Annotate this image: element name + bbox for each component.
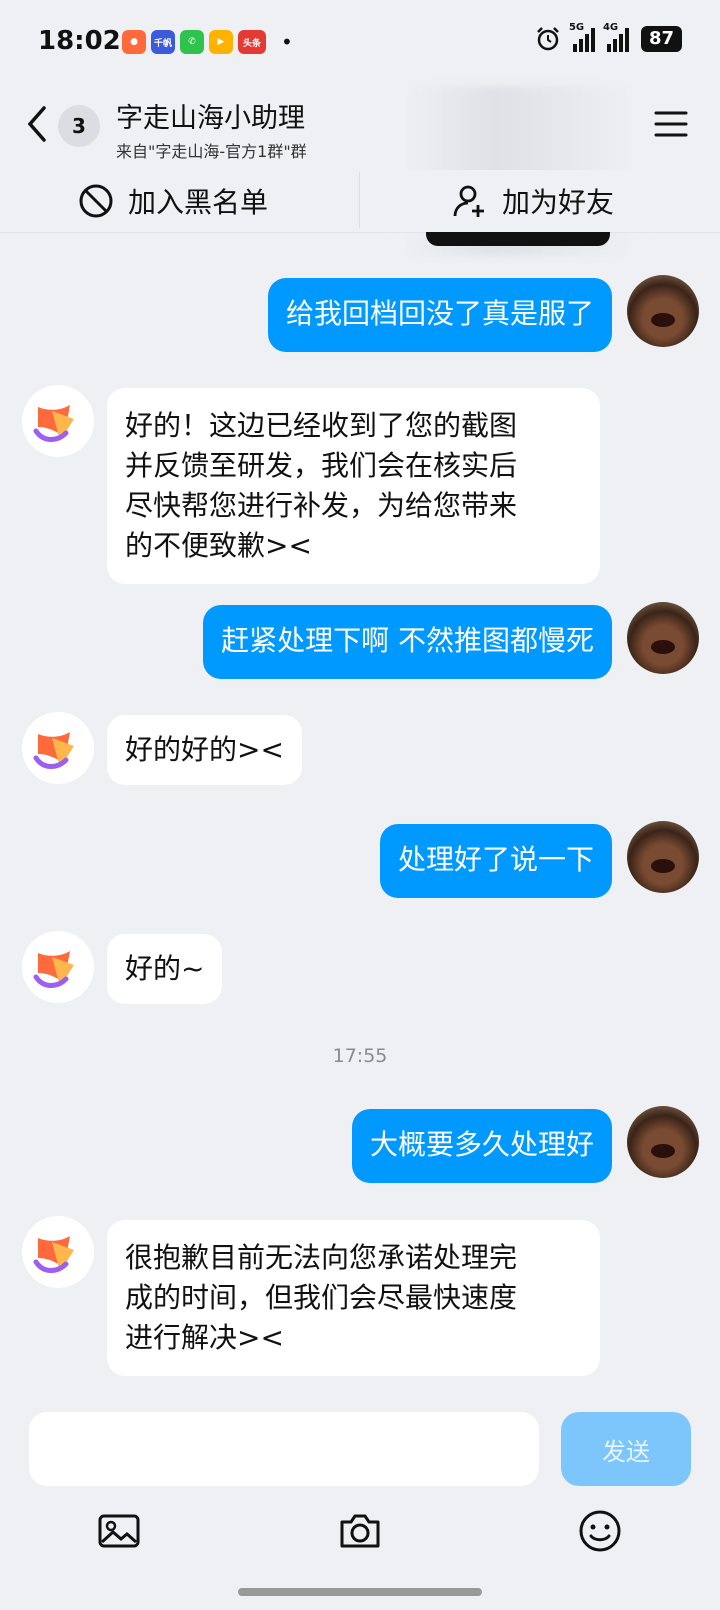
back-arrow-icon[interactable]: [22, 104, 52, 144]
block-icon: [79, 184, 113, 218]
message-line: 好的好的><: [125, 733, 284, 766]
my-message-bubble[interactable]: 给我回档回没了真是服了: [267, 278, 612, 352]
my-avatar[interactable]: [627, 1106, 699, 1178]
system-icons: 5G 4G 87: [535, 22, 682, 52]
bot-avatar[interactable]: [22, 712, 94, 784]
add-friend-button[interactable]: 加为好友: [452, 170, 614, 232]
message-line: 好的~: [125, 952, 205, 985]
message-line: 并反馈至研发，我们会在核实后: [125, 449, 518, 482]
message-line: 好的！这边已经收到了您的截图: [125, 409, 518, 442]
my-avatar[interactable]: [627, 821, 699, 893]
home-indicator[interactable]: [238, 1588, 482, 1596]
message-line: 进行解决><: [125, 1321, 284, 1354]
chat-subtitle: 来自"字走山海-官方1群"群: [116, 142, 307, 161]
chat-header: 3 字走山海小助理 来自"字走山海-官方1群"群: [0, 86, 720, 256]
image-picker-icon[interactable]: [96, 1508, 142, 1554]
chat-title: 字走山海小助理: [116, 103, 305, 134]
my-message-bubble[interactable]: 大概要多久处理好: [351, 1109, 612, 1183]
input-bar: 发送: [0, 1398, 720, 1610]
camera-icon[interactable]: [337, 1508, 383, 1554]
status-time: 18:02: [38, 26, 121, 56]
qianfan-app-icon: 千帆: [151, 30, 175, 54]
emoji-icon[interactable]: [577, 1508, 623, 1554]
menu-icon[interactable]: [654, 108, 688, 140]
alarm-icon: [537, 27, 559, 51]
notification-icons: ● 千帆 ✆ ▶ 头条 •: [122, 30, 293, 54]
bot-message-bubble[interactable]: 好的！这边已经收到了您的截图 并反馈至研发，我们会在核实后 尽快帮您进行补发，为…: [107, 388, 600, 584]
add-user-icon: [453, 185, 484, 217]
message-line: 的不便致歉><: [125, 529, 312, 562]
signal-4g-icon: 4G: [603, 22, 629, 52]
cropped-image-message[interactable]: [426, 232, 610, 246]
signal-5g-icon: 5G: [569, 22, 595, 52]
my-message-bubble[interactable]: 处理好了说一下: [379, 824, 612, 898]
send-button[interactable]: 发送: [561, 1412, 691, 1486]
my-message-bubble[interactable]: 赶紧处理下啊 不然推图都慢死: [203, 605, 612, 679]
message-timestamp: 17:55: [332, 1045, 388, 1067]
battery-indicator: 87: [640, 26, 682, 52]
message-input[interactable]: [29, 1412, 539, 1486]
message-line: 尽快帮您进行补发，为给您带来: [125, 489, 518, 522]
bot-message-bubble[interactable]: 很抱歉目前无法向您承诺处理完 成的时间，但我们会尽最快速度 进行解决><: [107, 1220, 600, 1376]
bot-avatar[interactable]: [22, 931, 94, 1003]
add-friend-label: 加为好友: [502, 186, 615, 219]
add-to-blacklist-button[interactable]: 加入黑名单: [78, 170, 268, 232]
video-app-icon: ▶: [209, 30, 233, 54]
my-avatar[interactable]: [627, 275, 699, 347]
toutiao-app-icon: 头条: [238, 30, 266, 54]
message-line: 很抱歉目前无法向您承诺处理完: [125, 1241, 518, 1274]
blacklist-label: 加入黑名单: [128, 186, 269, 219]
bot-avatar[interactable]: [22, 1216, 94, 1288]
my-avatar[interactable]: [627, 602, 699, 674]
bot-message-bubble[interactable]: 好的~: [107, 934, 223, 1004]
action-divider: [359, 172, 360, 228]
unread-count-badge[interactable]: 3: [58, 105, 100, 147]
phone-app-icon: ✆: [180, 30, 204, 54]
status-bar: 18:02 ● 千帆 ✆ ▶ 头条 • 5G 4G 87: [0, 0, 720, 86]
more-notifications-dot: •: [281, 30, 293, 54]
bot-message-bubble[interactable]: 好的好的><: [107, 715, 302, 785]
app-icon-1: ●: [122, 30, 146, 54]
message-line: 成的时间，但我们会尽最快速度: [125, 1281, 518, 1314]
stranger-action-bar: 加入黑名单 加为好友: [0, 170, 720, 233]
bot-avatar[interactable]: [22, 385, 94, 457]
